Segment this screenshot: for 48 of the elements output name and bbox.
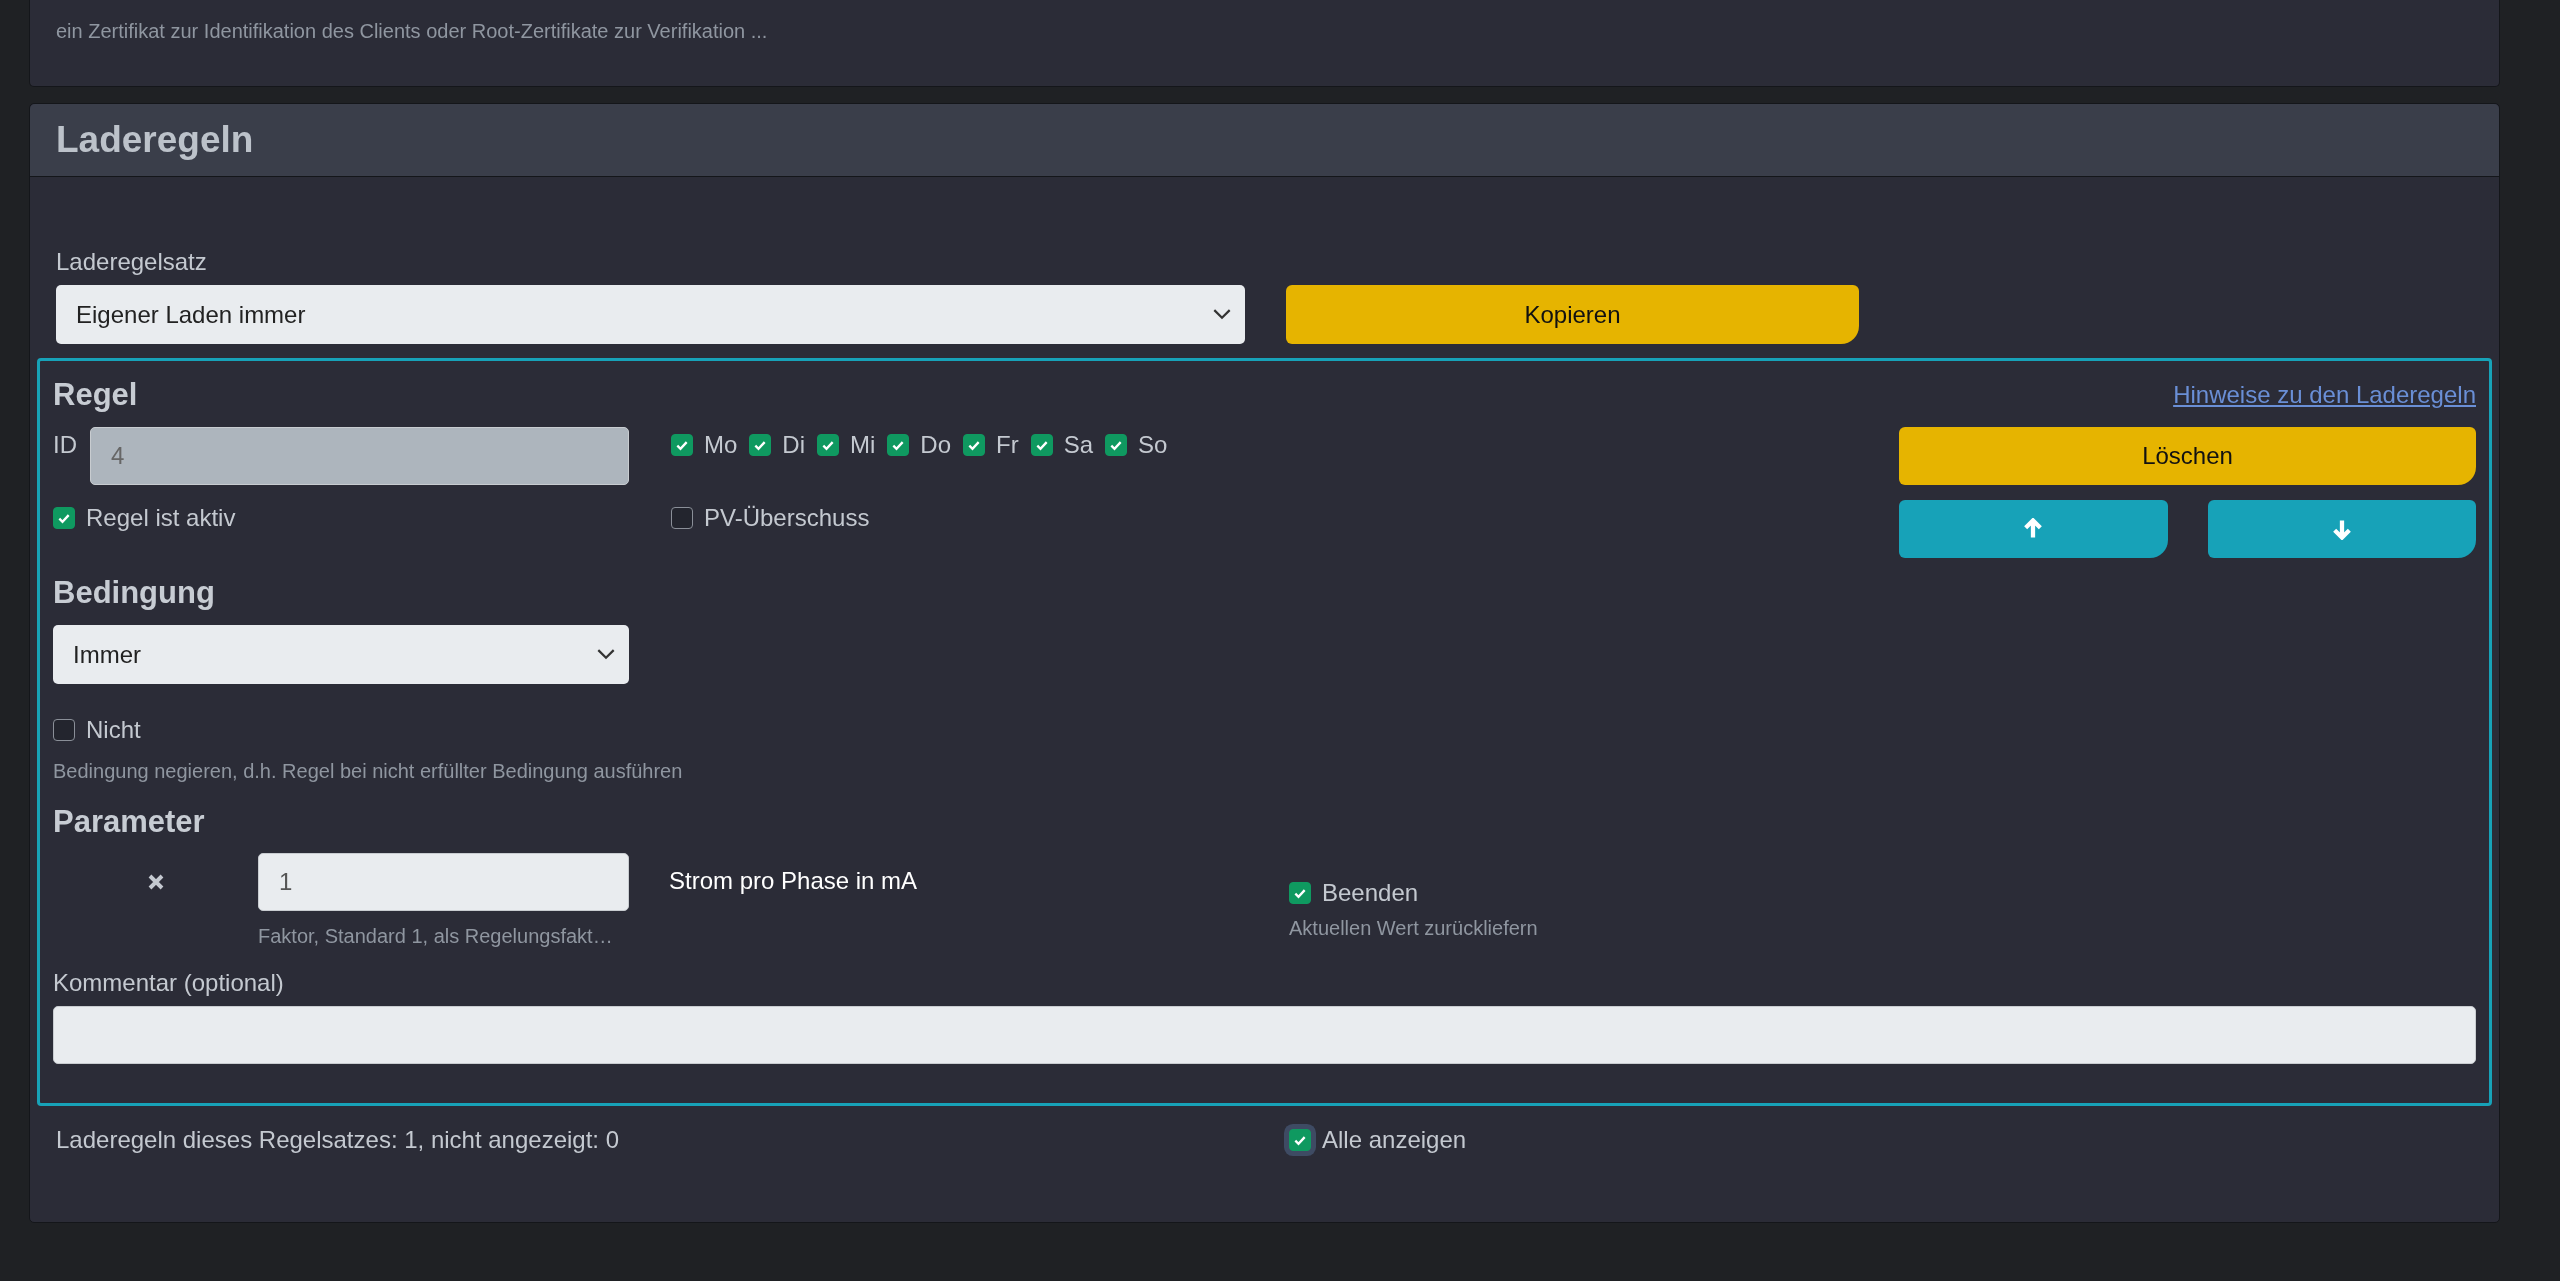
hint-text: ein Zertifikat zur Identifikation des Clients oder Root-Zertifikate zur Verifikation ...	[56, 19, 768, 44]
section-heading: Regel	[53, 377, 138, 413]
chevron-icon	[1213, 309, 1231, 320]
section-heading: Bedingung	[53, 575, 216, 611]
day-label: So	[1138, 431, 1168, 459]
parameter-name: Strom pro Phase in mA	[669, 867, 919, 896]
checkbox[interactable]	[817, 434, 839, 456]
ruleset-select[interactable]: Eigener Laden immer	[56, 285, 1245, 344]
day-label: Do	[920, 431, 952, 459]
checkbox-label: Alle anzeigen	[1322, 1126, 1467, 1154]
checkbox[interactable]	[671, 507, 693, 529]
help-link[interactable]: Hinweise zu den Laderegeln	[2173, 381, 2476, 409]
hint-text: Aktuellen Wert zurückliefern	[1289, 916, 1538, 941]
checkbox[interactable]	[53, 507, 75, 529]
arrow-up-icon	[2023, 518, 2044, 540]
close-icon[interactable]	[146, 873, 165, 891]
checkbox[interactable]	[963, 434, 986, 456]
checkbox-label: PV-Überschuss	[704, 504, 870, 532]
factor-field[interactable]: 1	[258, 853, 629, 911]
hint-text: Faktor, Standard 1, als Regelungsfakt…	[258, 924, 613, 949]
day-label: Sa	[1063, 431, 1094, 459]
arrow-down-icon	[2331, 518, 2352, 540]
field-label: Laderegelsatz	[56, 248, 208, 276]
day-label: Mo	[704, 431, 738, 459]
day-label: Di	[782, 431, 805, 459]
day-label: Fr	[996, 431, 1019, 459]
hint-text: Bedingung negieren, d.h. Regel bei nicht erfüllter Bedingung ausführen	[53, 759, 683, 784]
comment-field[interactable]	[53, 1006, 2476, 1064]
checkbox[interactable]	[671, 434, 693, 456]
checkbox-label: Regel ist aktiv	[86, 504, 236, 532]
checkbox[interactable]	[1105, 434, 1128, 456]
checkbox[interactable]	[749, 434, 772, 456]
delete-button[interactable]: Löschen	[1899, 427, 2476, 485]
copy-button[interactable]: Kopieren	[1286, 285, 1859, 344]
checkbox[interactable]	[1030, 434, 1053, 456]
day-label: Mi	[850, 431, 876, 459]
field-label: Kommentar (optional)	[53, 969, 285, 997]
summary-text: Laderegeln dieses Regelsatzes: 1, nicht angezeigt: 0	[56, 1126, 621, 1154]
checkbox[interactable]	[1289, 882, 1311, 904]
id-label: ID	[53, 431, 78, 460]
section-heading: Parameter	[53, 804, 206, 840]
checkbox[interactable]	[53, 719, 75, 741]
panel-title: Laderegeln	[56, 119, 254, 161]
chevron-icon	[597, 649, 615, 660]
checkbox[interactable]	[887, 434, 910, 456]
checkbox-label: Beenden	[1322, 879, 1419, 907]
checkbox-label: Nicht	[86, 716, 141, 744]
condition-select[interactable]: Immer	[53, 625, 629, 684]
